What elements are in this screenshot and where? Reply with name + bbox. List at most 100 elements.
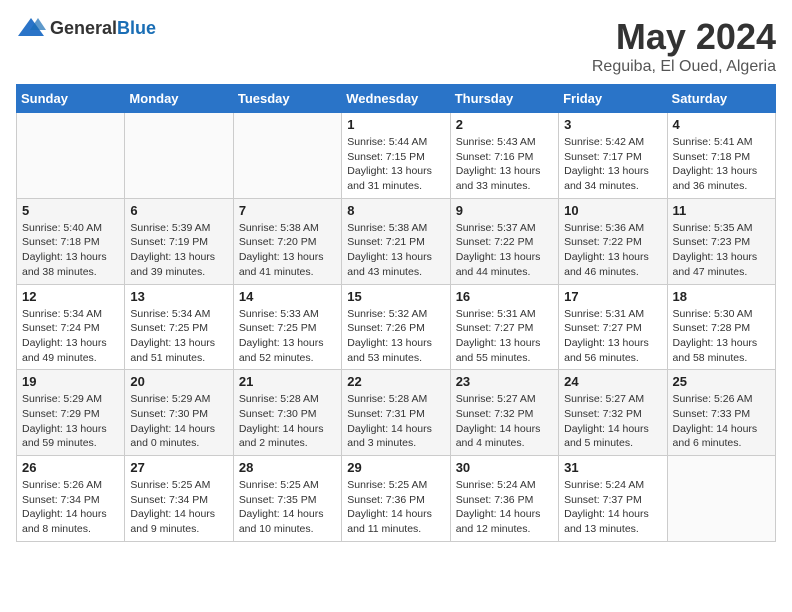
day-info: Sunrise: 5:31 AM Sunset: 7:27 PM Dayligh… [564, 307, 661, 366]
day-info: Sunrise: 5:33 AM Sunset: 7:25 PM Dayligh… [239, 307, 336, 366]
day-number: 12 [22, 289, 119, 304]
day-number: 13 [130, 289, 227, 304]
day-number: 22 [347, 374, 444, 389]
day-number: 5 [22, 203, 119, 218]
weekday-header-thursday: Thursday [450, 85, 558, 113]
day-number: 18 [673, 289, 770, 304]
day-info: Sunrise: 5:38 AM Sunset: 7:21 PM Dayligh… [347, 221, 444, 280]
day-number: 19 [22, 374, 119, 389]
day-number: 1 [347, 117, 444, 132]
day-number: 24 [564, 374, 661, 389]
calendar: SundayMondayTuesdayWednesdayThursdayFrid… [16, 84, 776, 542]
day-info: Sunrise: 5:43 AM Sunset: 7:16 PM Dayligh… [456, 135, 553, 194]
calendar-cell: 12Sunrise: 5:34 AM Sunset: 7:24 PM Dayli… [17, 284, 125, 370]
day-info: Sunrise: 5:32 AM Sunset: 7:26 PM Dayligh… [347, 307, 444, 366]
calendar-cell: 28Sunrise: 5:25 AM Sunset: 7:35 PM Dayli… [233, 456, 341, 542]
weekday-header-wednesday: Wednesday [342, 85, 450, 113]
calendar-week-row: 12Sunrise: 5:34 AM Sunset: 7:24 PM Dayli… [17, 284, 776, 370]
location-title: Reguiba, El Oued, Algeria [592, 58, 776, 76]
calendar-cell: 13 Sunrise: 5:34 AM Sunset: 7:25 PM Dayli… [125, 284, 233, 370]
calendar-cell: 31 Sunrise: 5:24 AM Sunset: 7:37 PM Dayli… [559, 456, 667, 542]
day-number: 17 [564, 289, 661, 304]
calendar-cell [667, 456, 775, 542]
day-number: 7 [239, 203, 336, 218]
weekday-header-friday: Friday [559, 85, 667, 113]
calendar-cell: 6 Sunrise: 5:39 AM Sunset: 7:19 PM Daylig… [125, 198, 233, 284]
calendar-week-row: 1 Sunrise: 5:44 AM Sunset: 7:15 PM Daylig… [17, 113, 776, 199]
day-info: Sunrise: 5:31 AM Sunset: 7:27 PM Dayligh… [456, 307, 553, 366]
day-info: Sunrise: 5:27 AM Sunset: 7:32 PM Dayligh… [564, 392, 661, 451]
day-number: 21 [239, 374, 336, 389]
day-info: Sunrise: 5:28 AM Sunset: 7:31 PM Dayligh… [347, 392, 444, 451]
calendar-cell: 18 Sunrise: 5:30 AM Sunset: 7:28 PM Dayli… [667, 284, 775, 370]
calendar-cell: 16 Sunrise: 5:31 AM Sunset: 7:27 PM Dayli… [450, 284, 558, 370]
calendar-cell: 11Sunrise: 5:35 AM Sunset: 7:23 PM Dayli… [667, 198, 775, 284]
calendar-cell: 1 Sunrise: 5:44 AM Sunset: 7:15 PM Daylig… [342, 113, 450, 199]
calendar-cell: 23 Sunrise: 5:27 AM Sunset: 7:32 PM Dayli… [450, 370, 558, 456]
day-number: 26 [22, 460, 119, 475]
day-number: 25 [673, 374, 770, 389]
day-info: Sunrise: 5:38 AM Sunset: 7:20 PM Dayligh… [239, 221, 336, 280]
day-number: 27 [130, 460, 227, 475]
weekday-header-monday: Monday [125, 85, 233, 113]
calendar-week-row: 5 Sunrise: 5:40 AM Sunset: 7:18 PM Daylig… [17, 198, 776, 284]
day-number: 23 [456, 374, 553, 389]
day-number: 3 [564, 117, 661, 132]
calendar-cell: 26 Sunrise: 5:26 AM Sunset: 7:34 PM Dayli… [17, 456, 125, 542]
day-info: Sunrise: 5:28 AM Sunset: 7:30 PM Dayligh… [239, 392, 336, 451]
calendar-cell: 27 Sunrise: 5:25 AM Sunset: 7:34 PM Dayli… [125, 456, 233, 542]
calendar-cell: 20Sunrise: 5:29 AM Sunset: 7:30 PM Dayli… [125, 370, 233, 456]
weekday-header-tuesday: Tuesday [233, 85, 341, 113]
calendar-cell: 9 Sunrise: 5:37 AM Sunset: 7:22 PM Daylig… [450, 198, 558, 284]
day-info: Sunrise: 5:26 AM Sunset: 7:34 PM Dayligh… [22, 478, 119, 537]
calendar-cell: 24 Sunrise: 5:27 AM Sunset: 7:32 PM Dayli… [559, 370, 667, 456]
day-info: Sunrise: 5:27 AM Sunset: 7:32 PM Dayligh… [456, 392, 553, 451]
calendar-cell: 22 Sunrise: 5:28 AM Sunset: 7:31 PM Dayli… [342, 370, 450, 456]
day-info: Sunrise: 5:39 AM Sunset: 7:19 PM Dayligh… [130, 221, 227, 280]
calendar-week-row: 26 Sunrise: 5:26 AM Sunset: 7:34 PM Dayli… [17, 456, 776, 542]
day-number: 31 [564, 460, 661, 475]
calendar-cell: 4Sunrise: 5:41 AM Sunset: 7:18 PM Daylig… [667, 113, 775, 199]
day-info: Sunrise: 5:41 AM Sunset: 7:18 PM Dayligh… [673, 135, 770, 194]
day-info: Sunrise: 5:29 AM Sunset: 7:29 PM Dayligh… [22, 392, 119, 451]
month-title: May 2024 [592, 16, 776, 58]
calendar-cell: 25Sunrise: 5:26 AM Sunset: 7:33 PM Dayli… [667, 370, 775, 456]
calendar-week-row: 19 Sunrise: 5:29 AM Sunset: 7:29 PM Dayli… [17, 370, 776, 456]
day-number: 29 [347, 460, 444, 475]
day-info: Sunrise: 5:37 AM Sunset: 7:22 PM Dayligh… [456, 221, 553, 280]
calendar-cell [17, 113, 125, 199]
calendar-cell: 3 Sunrise: 5:42 AM Sunset: 7:17 PM Daylig… [559, 113, 667, 199]
day-info: Sunrise: 5:40 AM Sunset: 7:18 PM Dayligh… [22, 221, 119, 280]
calendar-header-row: SundayMondayTuesdayWednesdayThursdayFrid… [17, 85, 776, 113]
calendar-cell [233, 113, 341, 199]
day-number: 20 [130, 374, 227, 389]
day-info: Sunrise: 5:34 AM Sunset: 7:25 PM Dayligh… [130, 307, 227, 366]
day-info: Sunrise: 5:35 AM Sunset: 7:23 PM Dayligh… [673, 221, 770, 280]
day-number: 16 [456, 289, 553, 304]
day-info: Sunrise: 5:42 AM Sunset: 7:17 PM Dayligh… [564, 135, 661, 194]
day-info: Sunrise: 5:24 AM Sunset: 7:36 PM Dayligh… [456, 478, 553, 537]
calendar-cell: 5 Sunrise: 5:40 AM Sunset: 7:18 PM Daylig… [17, 198, 125, 284]
day-info: Sunrise: 5:25 AM Sunset: 7:35 PM Dayligh… [239, 478, 336, 537]
day-info: Sunrise: 5:24 AM Sunset: 7:37 PM Dayligh… [564, 478, 661, 537]
day-number: 6 [130, 203, 227, 218]
day-number: 15 [347, 289, 444, 304]
calendar-cell: 29Sunrise: 5:25 AM Sunset: 7:36 PM Dayli… [342, 456, 450, 542]
weekday-header-saturday: Saturday [667, 85, 775, 113]
calendar-cell: 14 Sunrise: 5:33 AM Sunset: 7:25 PM Dayli… [233, 284, 341, 370]
day-number: 14 [239, 289, 336, 304]
day-info: Sunrise: 5:30 AM Sunset: 7:28 PM Dayligh… [673, 307, 770, 366]
calendar-cell: 15 Sunrise: 5:32 AM Sunset: 7:26 PM Dayli… [342, 284, 450, 370]
day-number: 10 [564, 203, 661, 218]
calendar-cell: 19 Sunrise: 5:29 AM Sunset: 7:29 PM Dayli… [17, 370, 125, 456]
logo-icon [16, 16, 46, 40]
calendar-cell: 30Sunrise: 5:24 AM Sunset: 7:36 PM Dayli… [450, 456, 558, 542]
title-area: May 2024 Reguiba, El Oued, Algeria [592, 16, 776, 76]
logo-text: GeneralBlue [50, 18, 156, 39]
calendar-cell: 10Sunrise: 5:36 AM Sunset: 7:22 PM Dayli… [559, 198, 667, 284]
calendar-cell: 8Sunrise: 5:38 AM Sunset: 7:21 PM Daylig… [342, 198, 450, 284]
day-info: Sunrise: 5:44 AM Sunset: 7:15 PM Dayligh… [347, 135, 444, 194]
day-info: Sunrise: 5:25 AM Sunset: 7:34 PM Dayligh… [130, 478, 227, 537]
header: GeneralBlue May 2024 Reguiba, El Oued, A… [16, 16, 776, 76]
day-number: 9 [456, 203, 553, 218]
